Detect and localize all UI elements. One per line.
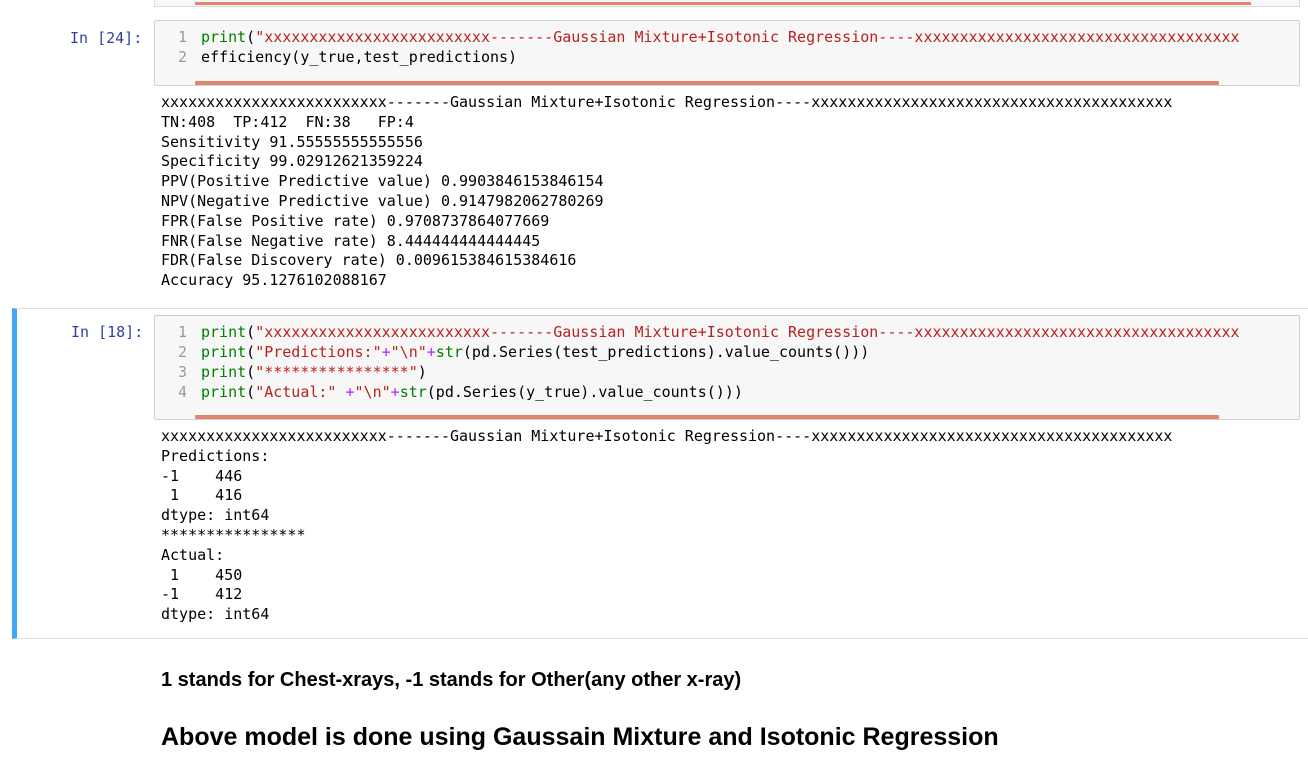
output-line: FPR(False Positive rate) 0.9708737864077… — [161, 211, 550, 230]
output-line: Specificity 99.02912621359224 — [161, 152, 423, 171]
code-token: str — [435, 343, 463, 361]
code-token: str — [399, 383, 427, 401]
code-text: print("Predictions:"+"\n"+str(pd.Series(… — [201, 342, 869, 362]
previous-cell-input-remnant — [154, 0, 1300, 7]
output-line: xxxxxxxxxxxxxxxxxxxxxxxxx-------Gaussian… — [161, 427, 1173, 445]
output-line: NPV(Negative Predictive value) 0.9147982… — [161, 191, 604, 210]
cell-prompt: In [24]: — [70, 29, 143, 47]
line-number: 2 — [177, 48, 187, 66]
line-number: 2 — [177, 343, 187, 361]
notebook: In [24]: 1 print("xxxxxxxxxxxxxxxxxxxxxxx… — [0, 0, 1308, 768]
line-number: 3 — [177, 363, 187, 381]
code-token: (pd.Series(test_predictions).value_count… — [462, 343, 870, 361]
code-line[interactable]: 2 print("Predictions:"+"\n"+str(pd.Series… — [155, 342, 869, 362]
code-token: "\n" — [390, 343, 427, 361]
code-token: print — [201, 383, 247, 401]
code-text: efficiency(y_true,test_predictions) — [201, 47, 517, 67]
output-line: Accuracy 95.1276102088167 — [161, 271, 387, 290]
output-line: TN:408 TP:412 FN:38 FP:4 — [161, 112, 414, 131]
markdown-note: 1 stands for Chest-xrays, -1 stands for … — [161, 669, 742, 691]
code-line[interactable]: 3 print("****************") — [155, 362, 427, 382]
output-line: Actual: — [161, 545, 225, 564]
output-line: 1 416 — [161, 486, 243, 505]
code-token: + — [390, 383, 400, 401]
output-line: xxxxxxxxxxxxxxxxxxxxxxxxx-------Gaussian… — [161, 93, 1173, 111]
output-line: FDR(False Discovery rate) 0.009615384615… — [161, 251, 577, 270]
output-line: -1 412 — [161, 585, 243, 604]
output-line: -1 446 — [161, 466, 243, 485]
code-token: (pd.Series(y_true).value_counts())) — [426, 383, 743, 401]
code-text: print("xxxxxxxxxxxxxxxxxxxxxxxxx-------G… — [201, 322, 1240, 342]
code-text: print("xxxxxxxxxxxxxxxxxxxxxxxxx-------G… — [201, 27, 1240, 47]
code-token: print — [201, 28, 247, 46]
code-token: print — [201, 363, 247, 381]
code-token: efficiency(y_true,test_predictions) — [201, 48, 518, 66]
output-line: 1 450 — [161, 565, 243, 584]
code-token: "xxxxxxxxxxxxxxxxxxxxxxxxx-------Gaussia… — [255, 323, 1240, 341]
code-editor[interactable]: 1 print("xxxxxxxxxxxxxxxxxxxxxxxxx-------… — [154, 315, 1300, 420]
output-line: Sensitivity 91.55555555555556 — [161, 132, 423, 151]
code-token: ( — [246, 363, 256, 381]
output-line: PPV(Positive Predictive value) 0.9903846… — [161, 172, 604, 191]
code-line[interactable]: 1 print("xxxxxxxxxxxxxxxxxxxxxxxxx-------… — [155, 27, 1240, 47]
code-token: "Actual:" — [255, 383, 337, 401]
output-line: FNR(False Negative rate) 8.4444444444444… — [161, 231, 541, 250]
code-token: ) — [417, 363, 427, 381]
code-token: + — [381, 343, 391, 361]
code-token: + — [345, 383, 355, 401]
output-line: **************** — [161, 525, 306, 544]
line-number: 1 — [177, 323, 187, 341]
markdown-heading: Above model is done using Gaussain Mixtu… — [161, 723, 999, 751]
code-token: "****************" — [255, 363, 418, 381]
code-token: ( — [246, 383, 256, 401]
code-token: print — [201, 323, 247, 341]
cell-output: xxxxxxxxxxxxxxxxxxxxxxxxx-------Gaussian… — [161, 93, 1172, 291]
horizontal-scrollbar[interactable] — [195, 2, 1251, 5]
code-line[interactable]: 2 efficiency(y_true,test_predictions) — [155, 47, 517, 67]
code-token: "xxxxxxxxxxxxxxxxxxxxxxxxx-------Gaussia… — [255, 28, 1240, 46]
output-line: dtype: int64 — [161, 605, 270, 624]
code-text: print("Actual:" +"\n"+str(pd.Series(y_tr… — [201, 382, 743, 402]
cell-prompt: In [18]: — [71, 323, 144, 341]
cell-output: xxxxxxxxxxxxxxxxxxxxxxxxx-------Gaussian… — [161, 427, 1172, 625]
horizontal-scrollbar[interactable] — [195, 81, 1219, 85]
output-line: Predictions: — [161, 446, 270, 465]
code-token: ( — [246, 323, 256, 341]
output-line: dtype: int64 — [161, 506, 270, 525]
code-token: "Predictions:" — [255, 343, 382, 361]
code-token: print — [201, 343, 247, 361]
code-token: ( — [246, 343, 256, 361]
code-text: print("****************") — [201, 362, 427, 382]
code-line[interactable]: 4 print("Actual:" +"\n"+str(pd.Series(y_t… — [155, 382, 743, 402]
line-number: 4 — [177, 383, 187, 401]
code-line[interactable]: 1 print("xxxxxxxxxxxxxxxxxxxxxxxxx-------… — [155, 322, 1240, 342]
code-editor[interactable]: 1 print("xxxxxxxxxxxxxxxxxxxxxxxxx-------… — [154, 20, 1300, 86]
horizontal-scrollbar[interactable] — [195, 415, 1219, 419]
code-token: ( — [246, 28, 256, 46]
code-token: "\n" — [354, 383, 391, 401]
code-cell-24[interactable]: In [24]: 1 print("xxxxxxxxxxxxxxxxxxxxxxx… — [12, 20, 1308, 295]
code-cell-18[interactable]: In [18]: 1 print("xxxxxxxxxxxxxxxxxxxxxxx… — [12, 308, 1308, 639]
code-token: + — [426, 343, 436, 361]
line-number: 1 — [177, 28, 187, 46]
